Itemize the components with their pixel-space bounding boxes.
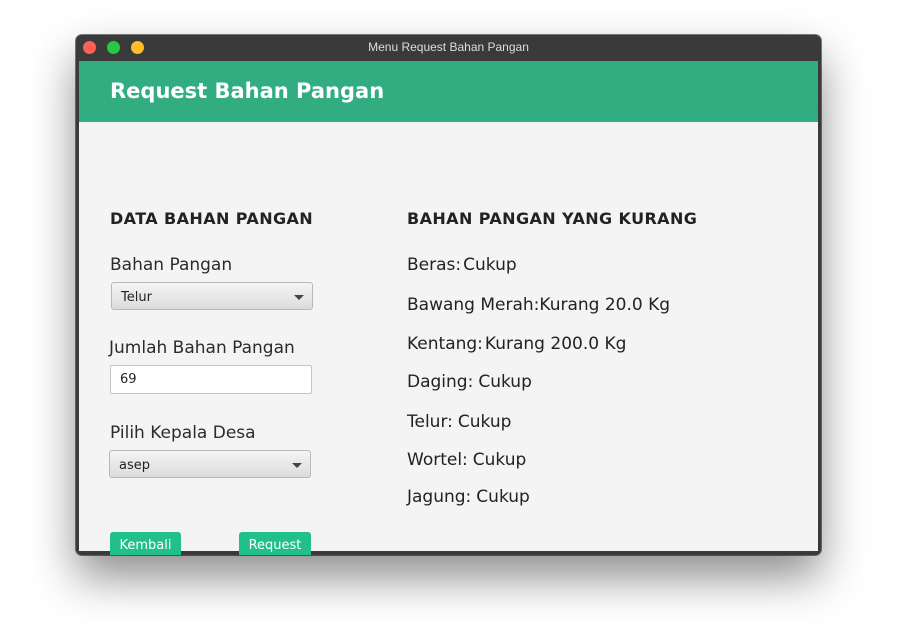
kepala-desa-select[interactable]: asep xyxy=(109,450,311,478)
window-title: Menu Request Bahan Pangan xyxy=(368,40,529,54)
title-bar[interactable]: Menu Request Bahan Pangan xyxy=(76,35,821,59)
kepala-desa-selected-value: asep xyxy=(119,458,150,473)
item-status: Cukup xyxy=(478,372,532,392)
chevron-down-icon xyxy=(292,463,302,468)
bahan-pangan-selected-value: Telur xyxy=(121,290,152,305)
main-content: Request Bahan Pangan DATA BAHAN PANGAN B… xyxy=(79,61,818,555)
item-status: Kurang 20.0 Kg xyxy=(539,295,671,315)
item-name: Bawang Merah: xyxy=(407,295,540,315)
list-item-daging: Daging: Cukup xyxy=(407,372,532,392)
item-name: Beras: xyxy=(407,255,462,275)
item-name: Daging: xyxy=(407,372,474,392)
chevron-down-icon xyxy=(294,295,304,300)
jumlah-bahan-label: Jumlah Bahan Pangan xyxy=(109,338,295,358)
kepala-desa-label: Pilih Kepala Desa xyxy=(110,423,256,443)
list-item-jagung: Jagung: Cukup xyxy=(407,487,530,507)
data-bahan-section-title: DATA BAHAN PANGAN xyxy=(110,209,314,228)
list-item-wortel: Wortel: Cukup xyxy=(407,450,526,470)
item-status: Cukup xyxy=(476,487,530,507)
list-item-bawang-merah: Bawang Merah:Kurang 20.0 Kg xyxy=(407,295,670,315)
item-status: Cukup xyxy=(457,412,512,432)
item-status: Kurang 200.0 Kg xyxy=(484,334,627,354)
item-name: Jagung: xyxy=(407,487,472,507)
bahan-pangan-label: Bahan Pangan xyxy=(110,255,233,275)
bahan-pangan-select[interactable]: Telur xyxy=(111,282,313,310)
item-name: Wortel: xyxy=(407,450,468,470)
item-name: Telur: xyxy=(407,412,453,432)
item-status: Cukup xyxy=(472,450,527,470)
item-status: Cukup xyxy=(463,255,517,275)
jumlah-bahan-input[interactable] xyxy=(110,365,312,394)
bahan-kurang-section-title: BAHAN PANGAN YANG KURANG xyxy=(407,209,698,228)
list-item-beras: Beras: Cukup xyxy=(407,255,517,275)
app-window: Menu Request Bahan Pangan Request Bahan … xyxy=(76,35,821,555)
header-bar: Request Bahan Pangan xyxy=(79,61,818,122)
list-item-telur: Telur: Cukup xyxy=(407,412,511,432)
item-name: Kentang: xyxy=(407,334,483,354)
request-button[interactable]: Request xyxy=(239,532,311,555)
kembali-button[interactable]: Kembali xyxy=(110,532,181,555)
page-title: Request Bahan Pangan xyxy=(110,79,385,103)
list-item-kentang: Kentang: Kurang 200.0 Kg xyxy=(407,334,626,354)
